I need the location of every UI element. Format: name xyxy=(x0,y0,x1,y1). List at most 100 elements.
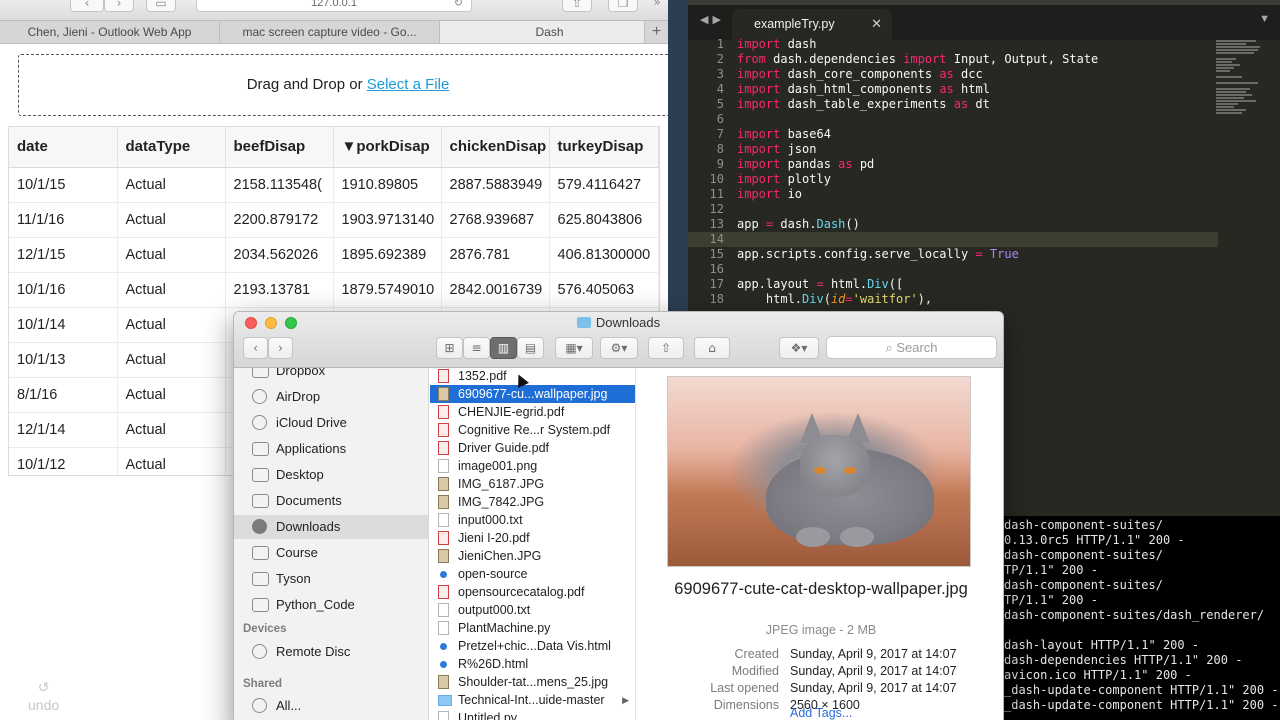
table-cell[interactable]: 10/1/13 xyxy=(9,342,118,378)
cover-flow-icon[interactable]: ▤ xyxy=(517,337,544,359)
table-cell[interactable]: 579.4116427 xyxy=(549,167,659,203)
arrange-icon[interactable]: ▦▾ xyxy=(555,337,593,359)
column-view-icon[interactable]: ▥ xyxy=(490,337,517,359)
select-file-link[interactable]: Select a File xyxy=(367,76,450,93)
file-item[interactable]: Shoulder-tat...mens_25.jpg xyxy=(430,673,635,691)
tab-search[interactable]: mac screen capture video - Go... xyxy=(220,21,440,43)
table-cell[interactable]: 10/1/16 xyxy=(9,272,118,308)
sidebar-item[interactable]: Dropbox xyxy=(234,368,428,383)
table-cell[interactable]: 2842.0016739 xyxy=(441,272,550,308)
icon-view-icon[interactable]: ⊞ xyxy=(436,337,463,359)
table-cell[interactable]: 12/1/15 xyxy=(9,237,118,273)
table-cell[interactable]: 2887.5883949 xyxy=(441,167,550,203)
editor-nav-arrows-icon[interactable]: ◀▶ xyxy=(700,13,725,26)
sidebar-item[interactable]: Downloads xyxy=(234,515,428,539)
table-cell[interactable]: 11/1/16 xyxy=(9,202,118,238)
table-cell[interactable]: Actual xyxy=(117,272,226,308)
file-item[interactable]: CHENJIE-egrid.pdf xyxy=(430,403,635,421)
table-cell[interactable]: 10/1/12 xyxy=(9,447,118,475)
table-cell[interactable]: 12/1/14 xyxy=(9,412,118,448)
file-item[interactable]: IMG_7842.JPG xyxy=(430,493,635,511)
code-area[interactable]: 1 import dash 2 from dash.dependencies impo… xyxy=(688,37,1218,307)
chevron-down-icon[interactable]: ▼ xyxy=(1259,13,1270,25)
sidebar-item[interactable]: Documents xyxy=(234,489,428,513)
gear-icon[interactable]: ⚙▾ xyxy=(600,337,638,359)
more-icon[interactable]: » xyxy=(646,0,668,12)
table-cell[interactable]: Actual xyxy=(117,377,226,413)
table-cell[interactable]: Actual xyxy=(117,412,226,448)
minimap[interactable] xyxy=(1216,40,1278,220)
tabs-overview-icon[interactable]: ❐ xyxy=(608,0,638,12)
sidebar-item[interactable]: Tyson xyxy=(234,567,428,591)
sidebar-item[interactable]: Python_Code xyxy=(234,593,428,617)
url-bar[interactable]: 127.0.0.1 ↻ xyxy=(196,0,472,12)
file-item[interactable]: Pretzel+chic...Data Vis.html xyxy=(430,637,635,655)
sidebar-item[interactable]: All... xyxy=(234,694,428,718)
upload-dropzone[interactable]: Drag and Drop or Select a File xyxy=(18,54,668,116)
table-row[interactable]: 10/1/16 Actual 2193.13781 1879.5749010 2842.… xyxy=(9,272,659,308)
sidebar-item[interactable]: AirDrop xyxy=(234,385,428,409)
file-item[interactable]: Jieni I-20.pdf xyxy=(430,529,635,547)
file-item[interactable]: PlantMachine.py xyxy=(430,619,635,637)
table-row[interactable]: 11/1/16 Actual 2200.879172 1903.9713140 2768… xyxy=(9,202,659,238)
sidebar-item[interactable]: Desktop xyxy=(234,463,428,487)
table-cell[interactable]: 576.405063 xyxy=(549,272,659,308)
share-icon[interactable]: ⇧ xyxy=(648,337,684,359)
file-item[interactable]: 1352.pdf xyxy=(430,368,635,385)
table-row[interactable]: 10/1/15 Actual 2158.113548(1910.89805 2887.… xyxy=(9,167,659,203)
file-item[interactable]: open-source xyxy=(430,565,635,583)
forward-icon[interactable]: › xyxy=(268,337,293,359)
undo-button[interactable]: ↺ undo xyxy=(28,678,59,714)
file-item[interactable]: Untitled.py xyxy=(430,709,635,720)
column-header[interactable]: turkeyDisap xyxy=(549,127,659,168)
sidebar-item[interactable]: Applications xyxy=(234,437,428,461)
list-view-icon[interactable]: ≡ xyxy=(463,337,490,359)
share-icon[interactable]: ⇧ xyxy=(562,0,592,12)
table-cell[interactable]: Actual xyxy=(117,202,226,238)
file-item[interactable]: 6909677-cu...wallpaper.jpg xyxy=(430,385,635,403)
file-item[interactable]: Technical-Int...uide-master ▶ xyxy=(430,691,635,709)
dropbox-icon[interactable]: ❖▾ xyxy=(779,337,819,359)
tab-outlook[interactable]: Chen, Jieni - Outlook Web App xyxy=(0,21,220,43)
table-cell[interactable]: 406.81300000 xyxy=(549,237,659,273)
table-cell[interactable]: 2200.879172 xyxy=(225,202,334,238)
file-item[interactable]: IMG_6187.JPG xyxy=(430,475,635,493)
back-icon[interactable]: ‹ xyxy=(243,337,268,359)
table-cell[interactable]: 8/1/16 xyxy=(9,377,118,413)
add-tags-link[interactable]: Add Tags... xyxy=(790,706,852,720)
table-cell[interactable]: 1910.89805 xyxy=(333,167,442,203)
close-icon[interactable]: ✕ xyxy=(871,9,882,39)
table-cell[interactable]: Actual xyxy=(117,167,226,203)
file-item[interactable]: input000.txt xyxy=(430,511,635,529)
table-row[interactable]: 12/1/15 Actual 2034.562026 1895.692389 2876.… xyxy=(9,237,659,273)
column-header[interactable]: dataType xyxy=(117,127,226,168)
editor-tab[interactable]: exampleTry.py ✕ xyxy=(732,9,892,40)
table-cell[interactable]: 1895.692389 xyxy=(333,237,442,273)
file-item[interactable]: Driver Guide.pdf xyxy=(430,439,635,457)
sidebar-item[interactable]: Remote Disc xyxy=(234,640,428,664)
forward-icon[interactable]: › xyxy=(104,0,134,12)
table-cell[interactable]: 625.8043806 xyxy=(549,202,659,238)
file-item[interactable]: JieniChen.JPG xyxy=(430,547,635,565)
search-input[interactable]: ⌕ Search xyxy=(826,336,997,359)
table-cell[interactable]: 2876.781 xyxy=(441,237,550,273)
file-item[interactable]: opensourcecatalog.pdf xyxy=(430,583,635,601)
tag-icon[interactable]: ⌂ xyxy=(694,337,730,359)
column-header[interactable]: date xyxy=(9,127,118,168)
table-cell[interactable]: 2034.562026 xyxy=(225,237,334,273)
file-item[interactable]: output000.txt xyxy=(430,601,635,619)
table-cell[interactable]: 10/1/15 xyxy=(9,167,118,203)
table-cell[interactable]: 1879.5749010 xyxy=(333,272,442,308)
new-tab-icon[interactable]: + xyxy=(644,21,668,43)
sidebar-item[interactable]: Course xyxy=(234,541,428,565)
column-header[interactable]: beefDisap xyxy=(225,127,334,168)
terminal-output[interactable]: dash-component-suites/0.13.0rc5 HTTP/1.1… xyxy=(1000,516,1280,720)
table-cell[interactable]: 2768.939687 xyxy=(441,202,550,238)
sidebar-icon[interactable]: ▭ xyxy=(146,0,176,12)
table-cell[interactable]: Actual xyxy=(117,342,226,378)
table-cell[interactable]: Actual xyxy=(117,237,226,273)
table-cell[interactable]: 1903.9713140 xyxy=(333,202,442,238)
table-cell[interactable]: 2158.113548( xyxy=(225,167,334,203)
sidebar-item[interactable]: iCloud Drive xyxy=(234,411,428,435)
table-cell[interactable]: Actual xyxy=(117,447,226,475)
